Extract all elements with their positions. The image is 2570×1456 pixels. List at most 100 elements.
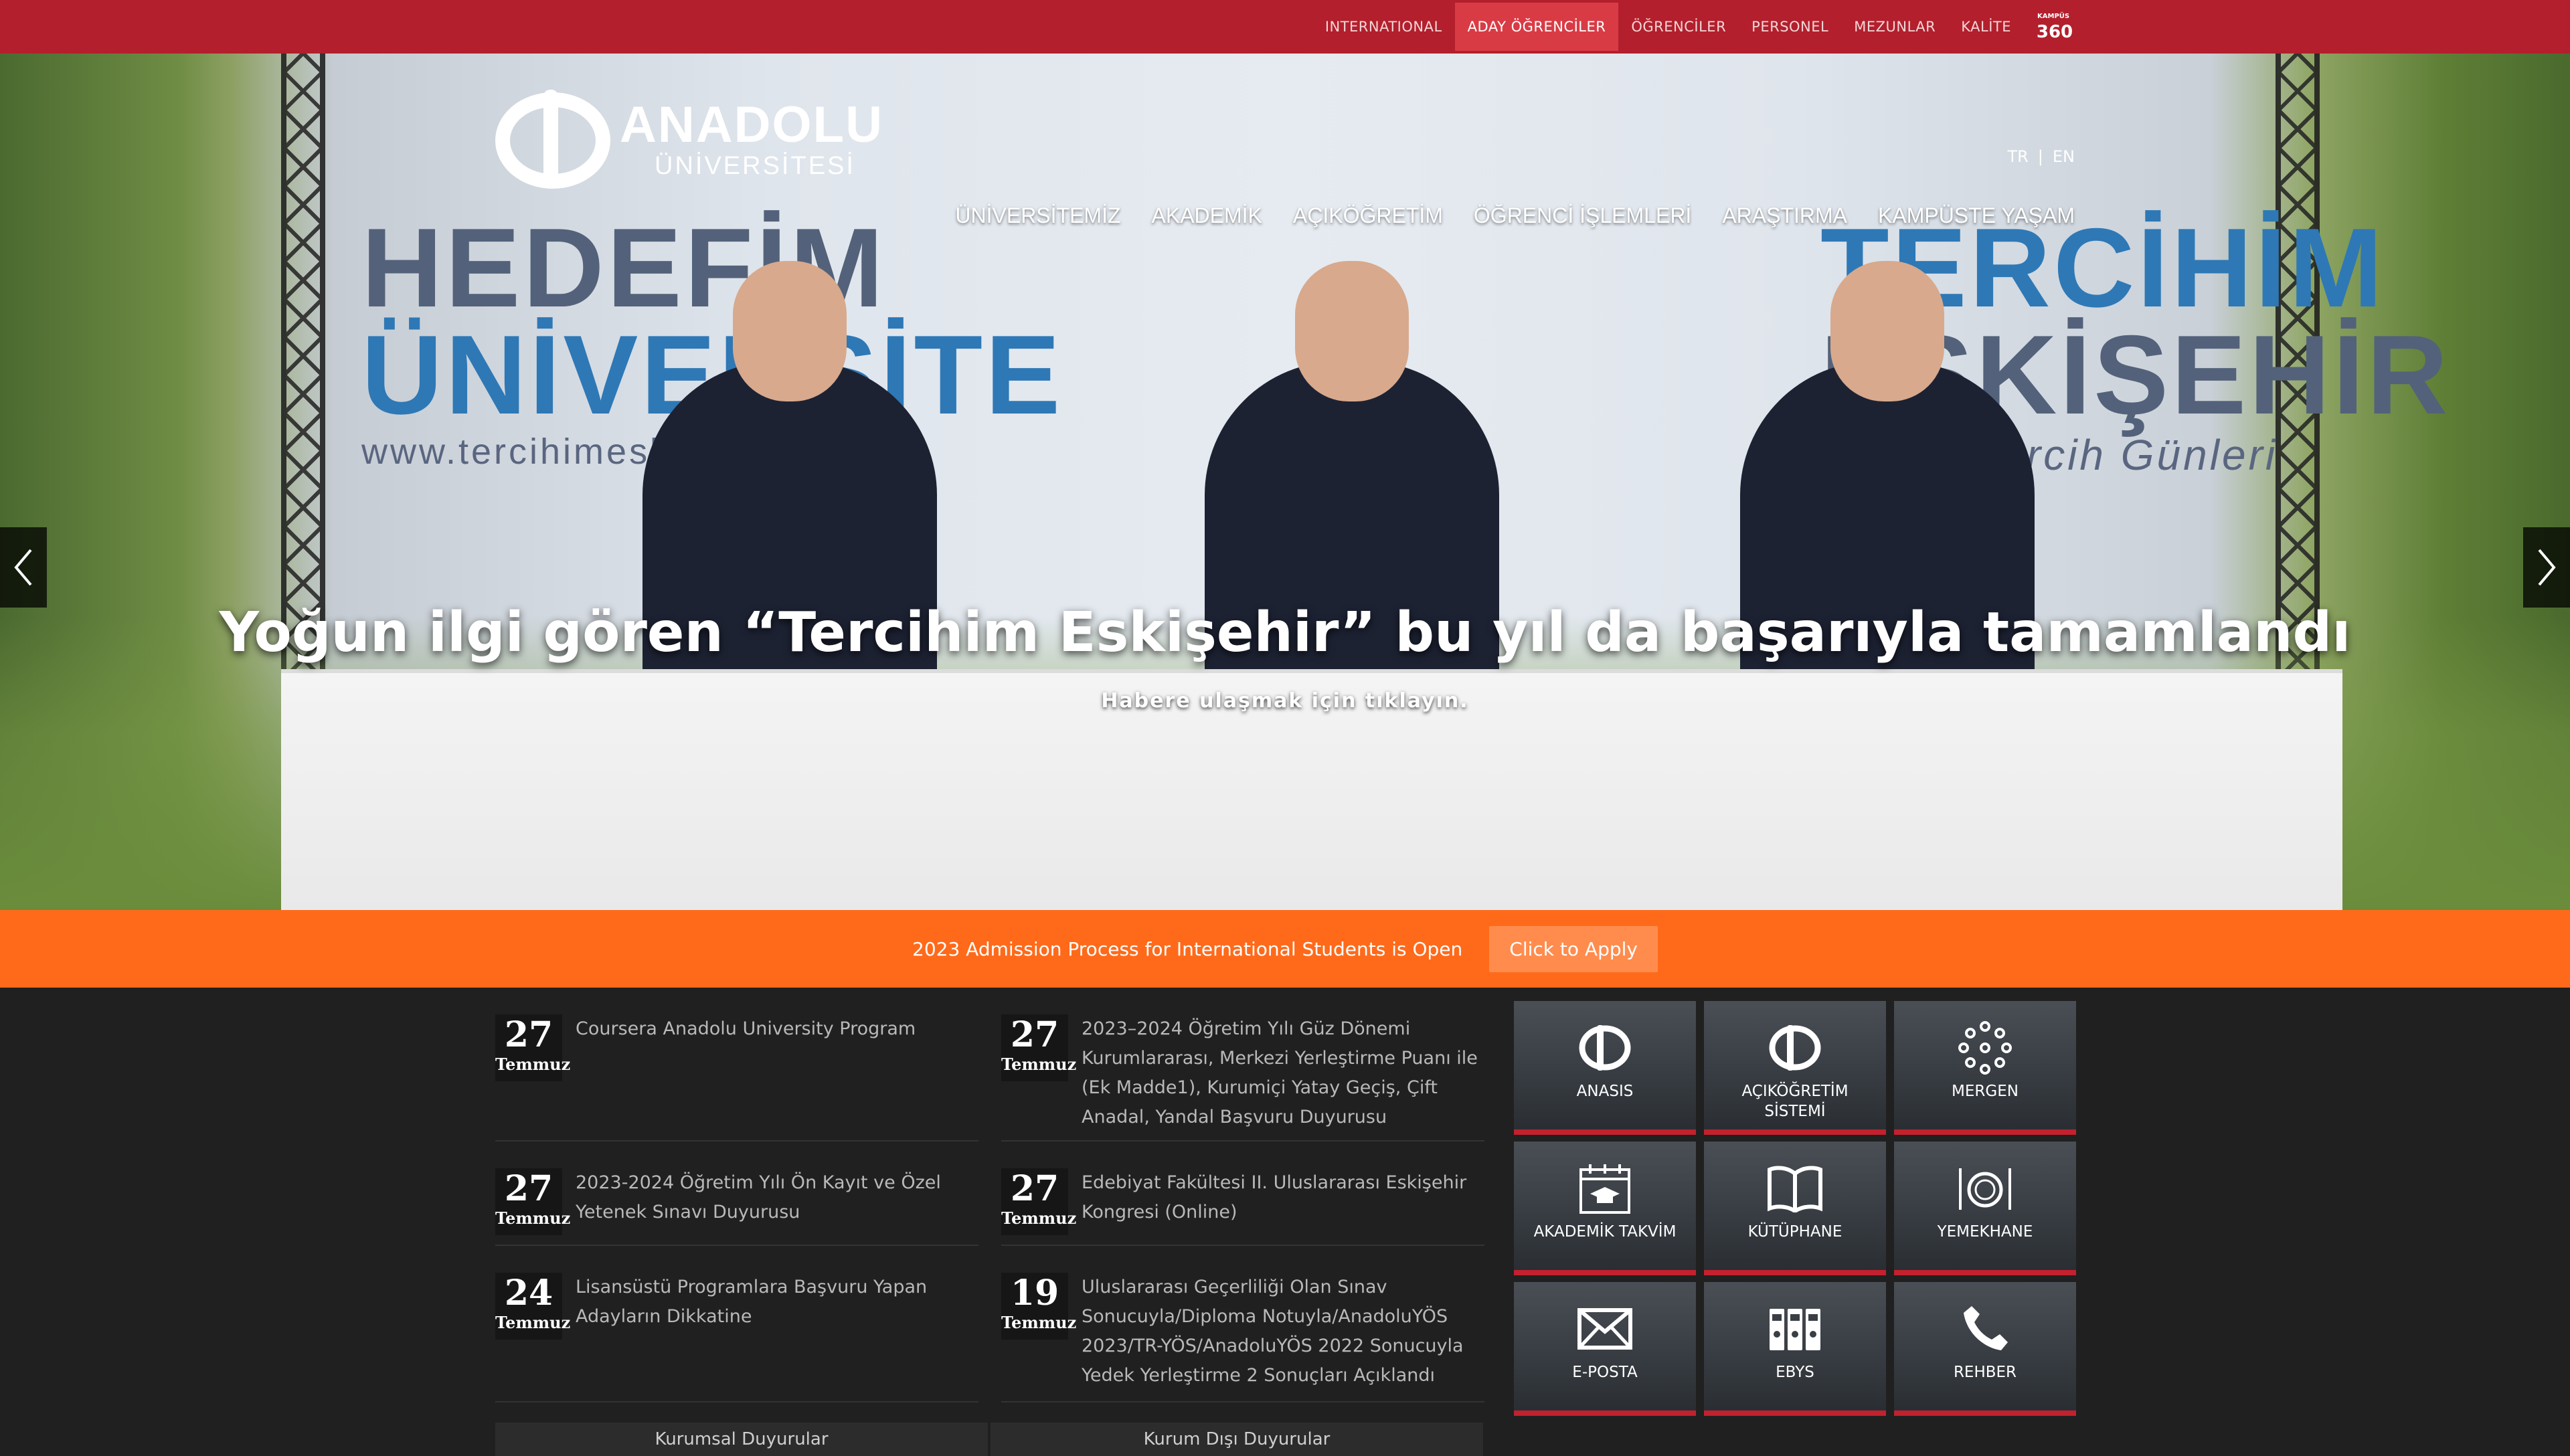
tab-kurumsal-duyurular[interactable]: Kurumsal Duyurular [495, 1423, 988, 1456]
lang-separator: | [2037, 147, 2043, 166]
news-date: 27 Temmuz [1001, 1168, 1076, 1235]
anadolu-logo-icon [1769, 1025, 1821, 1071]
news-month: Temmuz [1001, 1313, 1077, 1332]
logo-line2: ÜNİVERSİTESİ [655, 152, 855, 180]
news-day: 27 [1010, 1168, 1059, 1209]
news-item[interactable]: 19 Temmuz Uluslararası Geçerliliği Olan … [1001, 1246, 1484, 1402]
site-logo[interactable]: ANADOLU ÜNİVERSİTESİ [495, 90, 883, 189]
news-month: Temmuz [495, 1313, 571, 1332]
news-item[interactable]: 27 Temmuz Coursera Anadolu University Pr… [495, 988, 978, 1142]
news-date: 27 Temmuz [495, 1014, 571, 1081]
news-month: Temmuz [495, 1208, 571, 1228]
news-date: 27 Temmuz [1001, 1014, 1077, 1081]
nav-akademik[interactable]: AKADEMİK [1152, 203, 1262, 228]
top-bar: INTERNATIONAL ADAY ÖĞRENCİLER ÖĞRENCİLER… [0, 0, 2570, 54]
tile-label: AKADEMİK TAKVİM [1533, 1223, 1677, 1241]
admission-bar: 2023 Admission Process for International… [0, 910, 2570, 988]
tile-anasis[interactable]: ANASIS [1514, 1001, 1696, 1135]
apply-button[interactable]: Click to Apply [1489, 925, 1658, 972]
tile-kutuphane[interactable]: KÜTÜPHANE [1704, 1142, 1886, 1275]
news-title[interactable]: Uluslararası Geçerliliği Olan Sınav Sonu… [1082, 1273, 1483, 1390]
tile-label: KÜTÜPHANE [1747, 1223, 1843, 1241]
tile-label: ANASIS [1576, 1083, 1634, 1100]
news-date: 24 Temmuz [495, 1273, 571, 1340]
dining-icon [1959, 1168, 2011, 1210]
announcement-tabs: Kurumsal Duyurular Kurum Dışı Duyurular [495, 1423, 1486, 1456]
admission-text: 2023 Admission Process for International… [912, 937, 1463, 960]
quick-links: ANASIS AÇIKÖĞRETİM SİSTEMİ MERGEN AKADEM… [1514, 1001, 2076, 1416]
tile-label: REHBER [1953, 1364, 2017, 1381]
news-title[interactable]: 2023–2024 Öğretim Yılı Güz Dönemi Kuruml… [1082, 1014, 1483, 1132]
news-date: 19 Temmuz [1001, 1273, 1077, 1340]
news-month: Temmuz [495, 1055, 571, 1074]
news-title[interactable]: 2023-2024 Öğretim Yılı Ön Kayıt ve Özel … [576, 1168, 977, 1227]
kampus-360-small: KAMPÜS [2037, 13, 2070, 20]
person-right-face [1830, 261, 1944, 401]
topnav-kalite[interactable]: KALİTE [1948, 3, 2024, 51]
top-nav: INTERNATIONAL ADAY ÖĞRENCİLER ÖĞRENCİLER… [1312, 0, 2075, 54]
news-date: 27 Temmuz [495, 1168, 571, 1235]
news-item[interactable]: 27 Temmuz 2023–2024 Öğretim Yılı Güz Dön… [1001, 988, 1484, 1142]
book-icon [1768, 1166, 1822, 1212]
tile-label: YEMEKHANE [1937, 1223, 2033, 1241]
tile-yemekhane[interactable]: YEMEKHANE [1894, 1142, 2076, 1275]
tile-label: MERGEN [1952, 1083, 2019, 1100]
news-item[interactable]: 27 Temmuz 2023-2024 Öğretim Yılı Ön Kayı… [495, 1142, 978, 1246]
news-title[interactable]: Coursera Anadolu University Program [576, 1014, 977, 1044]
logo-line1: ANADOLU [620, 96, 883, 153]
network-icon [1958, 1021, 2012, 1075]
news-day: 19 [1010, 1273, 1059, 1313]
slider-next-button[interactable] [2523, 527, 2570, 608]
news-day: 27 [504, 1168, 553, 1209]
tile-label: AÇIKÖĞRETİM SİSTEMİ [1741, 1083, 1849, 1120]
tile-acikogretim-sistemi[interactable]: AÇIKÖĞRETİM SİSTEMİ [1704, 1001, 1886, 1135]
tile-ebys[interactable]: EBYS [1704, 1282, 1886, 1416]
topnav-personel[interactable]: PERSONEL [1739, 3, 1841, 51]
lang-en[interactable]: EN [2053, 147, 2075, 166]
anadolu-logo-icon [495, 90, 610, 189]
news-item[interactable]: 24 Temmuz Lisansüstü Programlara Başvuru… [495, 1246, 978, 1402]
kampus-360-label: 360 [2036, 22, 2073, 42]
tile-label: EBYS [1776, 1364, 1814, 1381]
tile-rehber[interactable]: REHBER [1894, 1282, 2076, 1416]
nav-ogrenci-islemleri[interactable]: ÖĞRENCİ İŞLEMLERİ [1474, 203, 1691, 228]
person-center-face [1295, 261, 1409, 401]
person-left-face [733, 261, 847, 401]
slide-subline[interactable]: Habere ulaşmak için tıklayın. [0, 689, 2570, 713]
binders-icon [1770, 1309, 1820, 1350]
news-day: 27 [504, 1014, 553, 1055]
slide-headline[interactable]: Yoğun ilgi gören “Tercihim Eskişehir” bu… [0, 601, 2570, 664]
anadolu-logo-icon [1579, 1025, 1631, 1071]
mail-icon [1577, 1308, 1632, 1350]
language-switch: TR | EN [2007, 147, 2075, 166]
news-item[interactable]: 27 Temmuz Edebiyat Fakültesi II. Uluslar… [1001, 1142, 1484, 1246]
tile-mergen[interactable]: MERGEN [1894, 1001, 2076, 1135]
nav-acikogretim[interactable]: AÇIKÖĞRETİM [1293, 203, 1443, 228]
tab-kurum-disi-duyurular[interactable]: Kurum Dışı Duyurular [991, 1423, 1483, 1456]
lang-tr[interactable]: TR [2007, 147, 2028, 166]
topnav-mezunlar[interactable]: MEZUNLAR [1841, 3, 1948, 51]
hero-slider[interactable]: HEDEFİM ÜNİVERSİTE www.tercihimeskise TE… [0, 54, 2570, 910]
news-title[interactable]: Edebiyat Fakültesi II. Uluslararası Eski… [1082, 1168, 1483, 1227]
banner-left-line1: HEDEFİM [361, 205, 886, 331]
nav-kampuste-yasam[interactable]: KAMPÜSTE YAŞAM [1878, 203, 2075, 228]
news-day: 24 [504, 1273, 553, 1313]
slider-prev-button[interactable] [0, 527, 47, 608]
topnav-aday-ogrenciler[interactable]: ADAY ÖĞRENCİLER [1454, 3, 1619, 51]
kampus-360-link[interactable]: KAMPÜS 360 [2035, 11, 2075, 42]
news-day: 27 [1010, 1014, 1059, 1055]
tile-akademik-takvim[interactable]: AKADEMİK TAKVİM [1514, 1142, 1696, 1275]
topnav-ogrenciler[interactable]: ÖĞRENCİLER [1618, 3, 1739, 51]
tile-label: E-POSTA [1572, 1364, 1638, 1381]
nav-arastirma[interactable]: ARAŞTIRMA [1722, 203, 1847, 228]
tile-e-posta[interactable]: E-POSTA [1514, 1282, 1696, 1416]
main-nav: ÜNİVERSİTEMİZ AKADEMİK AÇIKÖĞRETİM ÖĞREN… [955, 203, 2075, 228]
news-title[interactable]: Lisansüstü Programlara Başvuru Yapan Ada… [576, 1273, 977, 1332]
nav-universitemiz[interactable]: ÜNİVERSİTEMİZ [955, 203, 1120, 228]
phone-icon [1964, 1306, 2008, 1350]
news-month: Temmuz [1001, 1055, 1077, 1074]
news-list: 27 Temmuz Coursera Anadolu University Pr… [495, 988, 1486, 1456]
chevron-right-icon [2538, 549, 2556, 586]
topnav-international[interactable]: INTERNATIONAL [1312, 3, 1455, 51]
chevron-left-icon [14, 549, 32, 586]
